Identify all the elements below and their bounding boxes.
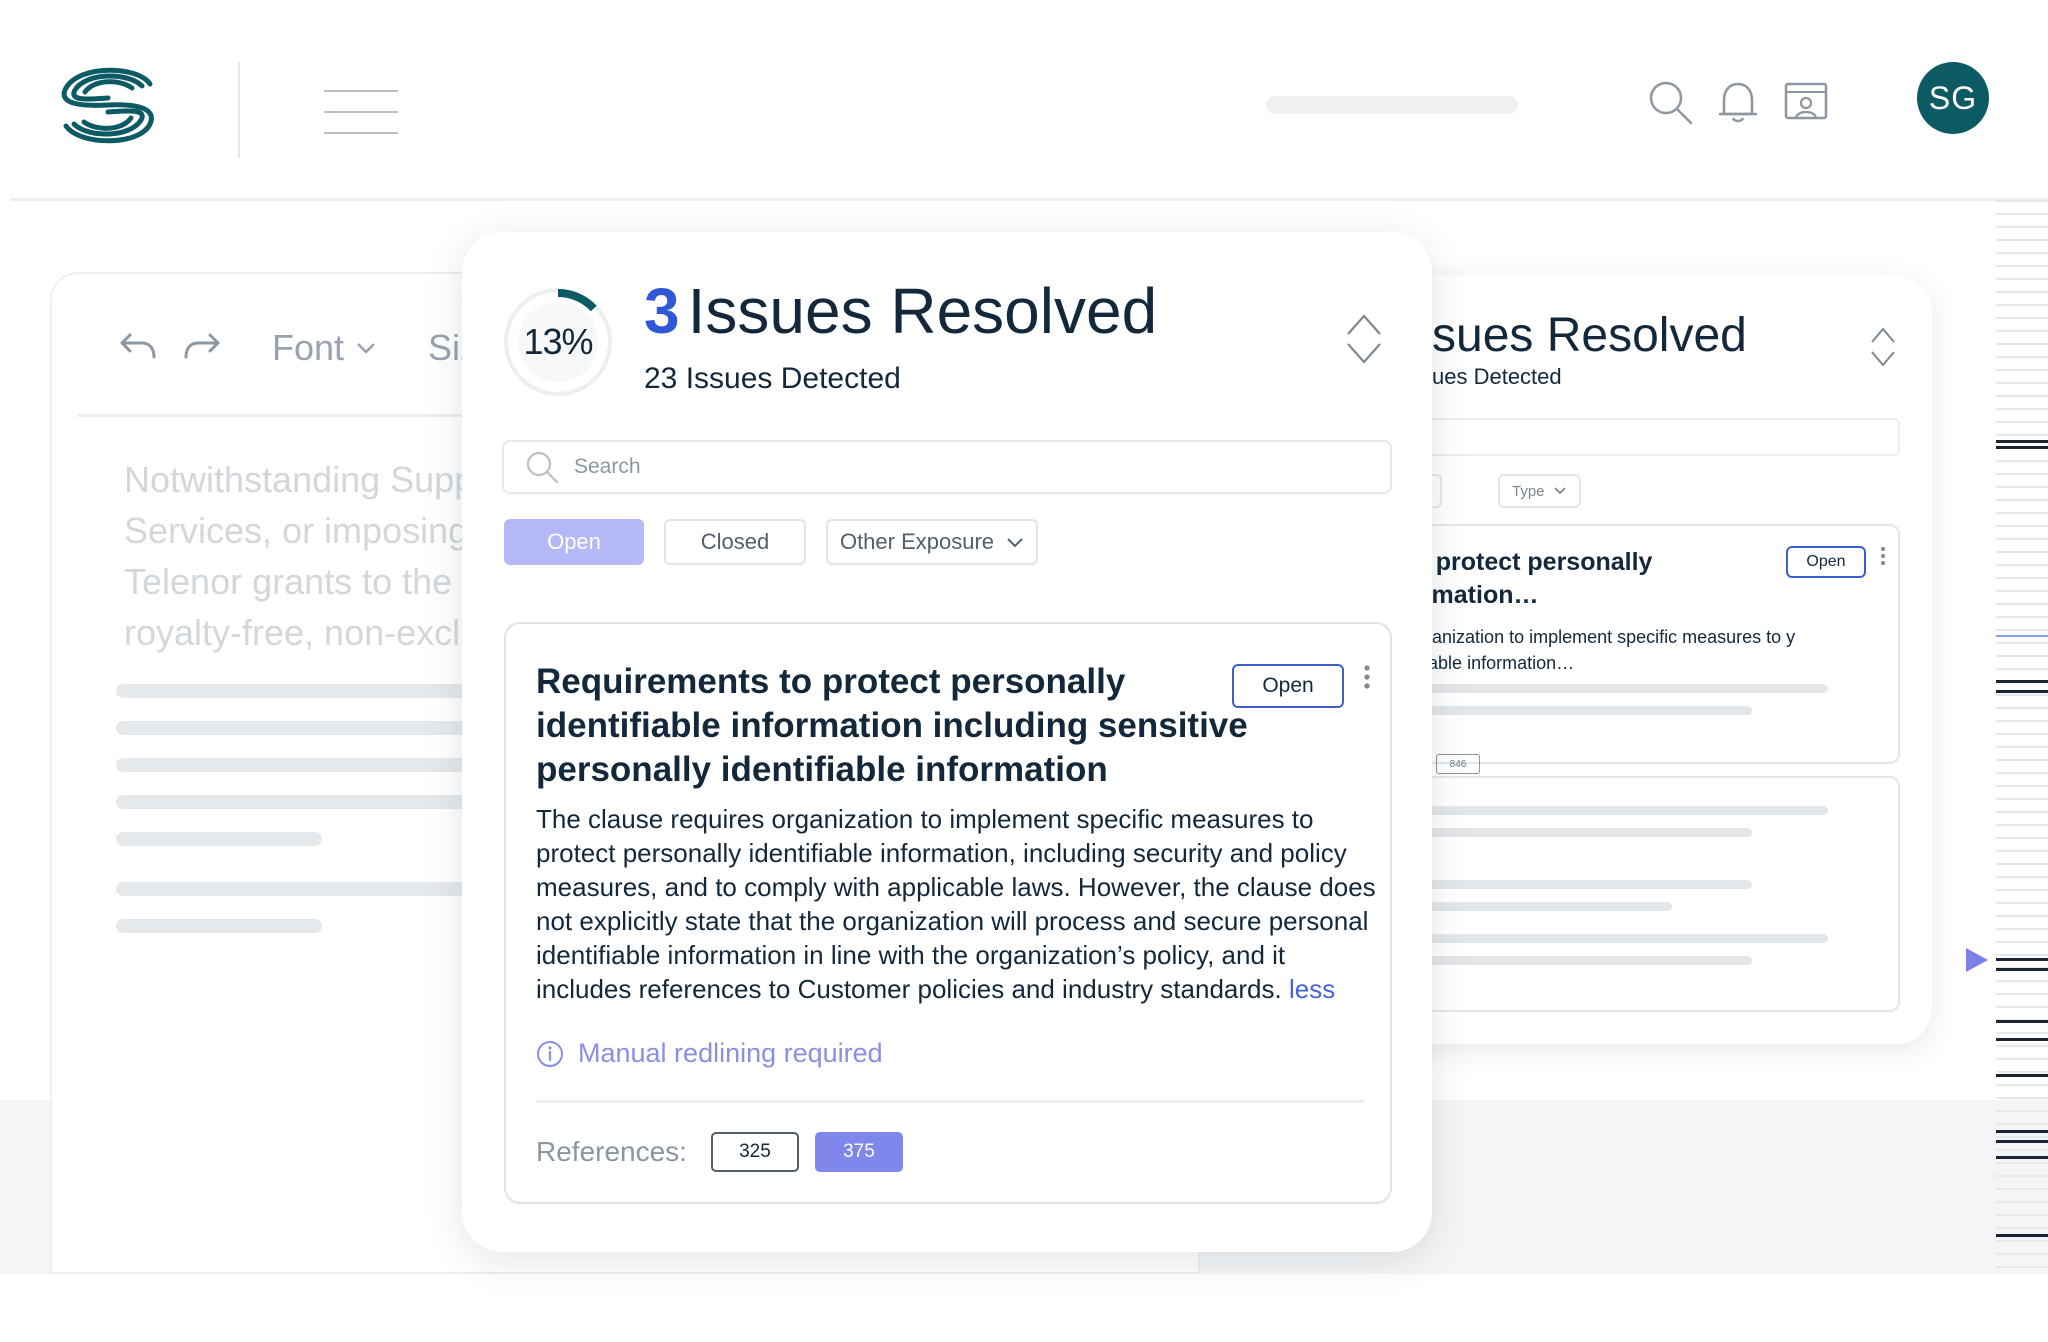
filter-open-button[interactable]: Open — [504, 519, 644, 565]
editor-toolbar: Font Size — [118, 318, 498, 378]
search-input[interactable] — [574, 455, 1334, 479]
ruler-marker — [1996, 680, 2048, 683]
ruler-marker-current — [1996, 635, 2048, 637]
top-search-placeholder-bar[interactable] — [1266, 96, 1518, 114]
sort-icon[interactable] — [1346, 312, 1382, 366]
ruler-marker — [1996, 1234, 2048, 1237]
card2-type-filter[interactable]: Type — [1498, 474, 1581, 508]
font-dropdown-label: Font — [272, 327, 345, 368]
top-bar: SG — [0, 0, 2048, 201]
issue-description: The clause requires organization to impl… — [536, 802, 1376, 1006]
info-icon — [537, 1040, 563, 1067]
user-avatar[interactable]: SG — [1917, 62, 1989, 134]
card2-second-issue-card[interactable] — [1372, 776, 1900, 1012]
sort-icon[interactable] — [1870, 326, 1896, 368]
references-label: References: — [536, 1136, 687, 1167]
reference-chip[interactable]: 325 — [710, 1132, 799, 1172]
ruler-marker — [1996, 446, 2048, 449]
chevron-down-icon — [1553, 487, 1566, 495]
ruler-marker — [1996, 1140, 2048, 1143]
card2-search-input[interactable] — [1380, 418, 1900, 456]
issues-resolved-title: 3 Issues Resolved — [644, 274, 1157, 348]
brand-logo-icon[interactable] — [58, 62, 158, 148]
ruler-marker — [1996, 958, 2048, 961]
top-bar-rule — [10, 198, 2048, 201]
ruler-marker — [1996, 1074, 2048, 1077]
card2-type-filter-label: Type — [1512, 482, 1545, 500]
issue-divider — [536, 1100, 1364, 1103]
issue-card[interactable]: Requirements to protect personally ident… — [504, 622, 1392, 1204]
chevron-down-icon — [357, 343, 375, 354]
issue-search-box[interactable] — [502, 440, 1392, 494]
hamburger-menu-icon[interactable] — [324, 90, 398, 134]
editor-placeholder-lines — [116, 684, 516, 956]
chevron-down-icon — [1007, 538, 1023, 548]
card2-status-button[interactable]: Open — [1786, 546, 1866, 578]
issues-panel: 13% 3 Issues Resolved 23 Issues Detected … — [462, 232, 1432, 1252]
undo-icon[interactable] — [118, 333, 156, 363]
card2-title: sues Resolved — [1432, 309, 1747, 362]
ruler-marker — [1996, 1038, 2048, 1041]
issue-description-text: The clause requires organization to impl… — [536, 804, 1376, 1004]
manual-redlining-note: Manual redlining required — [536, 1038, 883, 1069]
progress-percentage: 13% — [523, 321, 593, 362]
ruler-marker — [1996, 1156, 2048, 1159]
issue-title: Requirements to protect personally ident… — [536, 662, 1248, 789]
kebab-menu-icon[interactable] — [1880, 546, 1886, 566]
resolved-text: Issues Resolved — [687, 275, 1158, 347]
card2-issue-card[interactable]: ts to protect personally information… re… — [1372, 524, 1900, 764]
show-less-link[interactable]: less — [1289, 974, 1335, 1004]
reference-chip-active[interactable]: 375 — [814, 1132, 903, 1172]
kebab-menu-icon[interactable] — [1362, 664, 1372, 690]
current-position-arrow-icon — [1966, 948, 1988, 972]
search-icon — [526, 451, 559, 484]
ruler-marker — [1996, 440, 2048, 443]
filter-other-exposure-label: Other Exposure — [839, 529, 995, 554]
ruler-marker — [1996, 1020, 2048, 1023]
search-icon[interactable] — [1646, 78, 1694, 126]
filter-closed-button[interactable]: Closed — [664, 519, 806, 565]
ruler-marker — [1996, 690, 2048, 693]
references-row: References: 325 375 — [536, 1132, 903, 1172]
issue-status-button[interactable]: Open — [1232, 664, 1344, 708]
manual-redlining-text: Manual redlining required — [578, 1038, 883, 1068]
filter-other-exposure-dropdown[interactable]: Other Exposure — [826, 519, 1038, 565]
font-dropdown[interactable]: Font — [272, 327, 376, 369]
status-filters: Open Closed Other Exposure — [504, 519, 1038, 565]
ruler-marker — [1996, 1130, 2048, 1133]
scroll-ruler[interactable] — [1996, 200, 2048, 1274]
card2-reference-chip[interactable]: 846 — [1436, 754, 1480, 774]
issues-detected-subtitle: 23 Issues Detected — [644, 362, 901, 395]
ruler-marker — [1996, 968, 2048, 971]
card2-issue-description: res organization to implement specific m… — [1376, 627, 1796, 673]
notification-bell-icon[interactable] — [1714, 78, 1762, 126]
resolved-count: 3 — [644, 275, 680, 347]
redo-icon[interactable] — [184, 333, 222, 363]
card2-placeholder-line — [1372, 684, 1828, 693]
top-divider — [238, 62, 240, 158]
card2-subtitle: ues Detected — [1432, 364, 1562, 389]
profile-window-icon[interactable] — [1782, 78, 1830, 126]
